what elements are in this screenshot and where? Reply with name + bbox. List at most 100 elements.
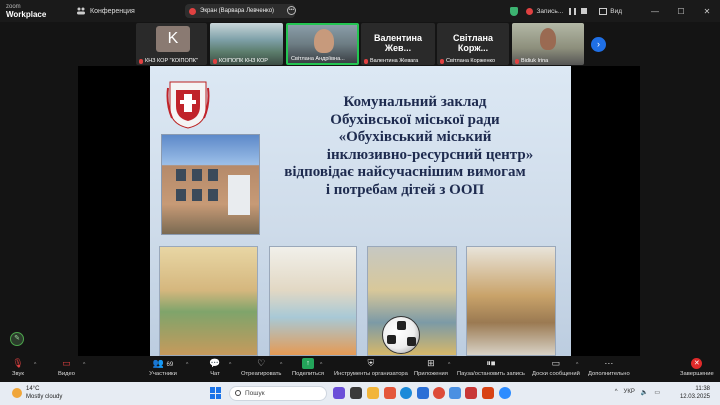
language-indicator[interactable]: УКР — [624, 389, 635, 396]
boards-button[interactable]: ▭ Доски сообщений — [532, 358, 580, 377]
clock-date: 12.03.2025 — [679, 394, 710, 400]
powerpoint-icon[interactable] — [482, 387, 494, 399]
room-photo-4 — [466, 246, 556, 356]
more-options-icon[interactable]: ••• — [287, 6, 296, 15]
apps-chevron-icon[interactable]: ^ — [448, 362, 450, 368]
mic-muted-icon — [139, 58, 143, 64]
participant-name: Світлана Корженко — [440, 58, 495, 64]
windows-start-icon[interactable] — [210, 387, 222, 399]
taskbar-app-icon[interactable] — [465, 387, 477, 399]
battery-icon[interactable]: ▭ — [654, 389, 660, 396]
mic-muted-icon: 🎙 — [12, 358, 24, 368]
participant-tile[interactable]: Bidiuk Irina — [512, 23, 584, 65]
video-button[interactable]: ▭ Видео — [58, 358, 75, 377]
chat-icon: 💬 — [209, 358, 221, 368]
boards-chevron-icon[interactable]: ^ — [576, 362, 578, 368]
participant-tile[interactable]: Валентина Жев... Валентина Жевага — [361, 23, 435, 65]
host-tools-button[interactable]: ⛨ Инструменты организатора — [334, 358, 408, 377]
participant-name-text: Світлана Корженко — [446, 58, 496, 64]
search-placeholder: Пошук — [245, 390, 265, 397]
chat-chevron-icon[interactable]: ^ — [229, 362, 231, 368]
slide-line: «Обухівський міський — [338, 129, 492, 145]
chrome-browser-icon[interactable] — [433, 387, 445, 399]
participant-name-text: Bidiuk Irina — [521, 58, 549, 64]
pause-stop-icon: ⏸⏹ — [486, 358, 496, 368]
shield-icon: ⛨ — [367, 358, 375, 368]
participant-tile[interactable]: КОІПОПК КНЗ КОР — [210, 23, 283, 65]
audio-options-chevron-icon[interactable]: ^ — [34, 362, 36, 368]
participants-button[interactable]: 👥 69 Участники — [148, 358, 178, 377]
participant-name: Світлана Андріївна... — [291, 56, 345, 62]
participant-name-text: КОІПОПК КНЗ КОР — [219, 58, 268, 64]
react-button[interactable]: ♡ Отреагировать — [241, 358, 281, 377]
recording-label: Запись... — [536, 7, 564, 15]
minimize-icon[interactable]: — — [642, 7, 668, 16]
video-options-chevron-icon[interactable]: ^ — [83, 362, 85, 368]
store-icon[interactable] — [417, 387, 429, 399]
participant-tile[interactable]: K КНЗ КОР "КОІПОПК" — [136, 23, 207, 65]
logo-bottom-text: Workplace — [6, 10, 47, 19]
grid-view-icon — [599, 7, 608, 15]
room-photo-2 — [269, 246, 357, 356]
participant-tile-text: Валентина Жев... — [374, 33, 422, 53]
conference-menu[interactable]: Конференция — [76, 6, 135, 16]
annotate-pencil-icon[interactable]: ✎ — [10, 332, 24, 346]
participant-name-text: Світлана Андріївна... — [291, 56, 345, 62]
recording-indicator[interactable]: Запись... — [526, 7, 564, 15]
weather-widget[interactable]: 14°C Mostly cloudy — [12, 385, 62, 401]
audio-button[interactable]: 🎙 Звук — [12, 358, 24, 377]
pause-stop-recording-button[interactable]: ⏸⏹ Пауза/остановить запись — [457, 358, 525, 377]
mic-muted-icon — [364, 58, 368, 64]
taskbar-app-icon[interactable] — [384, 387, 396, 399]
whiteboard-icon: ▭ — [551, 358, 561, 368]
participant-tile-active-speaker[interactable]: Світлана Андріївна... — [286, 23, 359, 65]
volume-icon[interactable]: 🔈 — [641, 389, 648, 396]
slide-line: інклюзивно-ресурсний центр» — [326, 146, 534, 163]
close-icon[interactable]: ✕ — [694, 7, 720, 16]
zoom-taskbar-icon[interactable] — [499, 387, 511, 399]
apps-icon: ⊞ — [427, 358, 435, 368]
end-button[interactable]: ✕ Завершение — [680, 358, 714, 377]
participants-chevron-icon[interactable]: ^ — [186, 362, 188, 368]
react-chevron-icon[interactable]: ^ — [280, 362, 282, 368]
share-status-icon — [189, 7, 196, 15]
end-call-icon: ✕ — [691, 358, 703, 369]
participant-tile[interactable]: Світлана Корж... Світлана Корженко — [437, 23, 509, 65]
apps-label: Приложения — [414, 371, 448, 377]
share-chevron-icon[interactable]: ^ — [320, 362, 322, 368]
file-explorer-icon[interactable] — [367, 387, 379, 399]
taskbar-search-input[interactable]: Пошук — [229, 386, 327, 401]
video-label: Видео — [58, 371, 75, 377]
task-view-icon[interactable] — [350, 387, 362, 399]
next-page-icon[interactable]: › — [591, 37, 606, 52]
slide-line: відповідає найсучаснішим вимогам — [284, 164, 526, 180]
temperature: 14°C — [26, 386, 40, 392]
pause-recording-icon[interactable] — [569, 7, 577, 15]
maximize-icon[interactable]: ☐ — [668, 7, 694, 16]
participant-name: Валентина Жевага — [364, 58, 418, 64]
windows-taskbar: 14°C Mostly cloudy Пошук ^ УКР 🔈 ▭ 11:38… — [0, 382, 720, 405]
taskbar-app-icon[interactable] — [449, 387, 461, 399]
tray-chevron-icon[interactable]: ^ — [615, 389, 618, 396]
stop-recording-icon[interactable] — [581, 8, 588, 14]
city-crest-icon — [166, 81, 210, 129]
mic-muted-icon — [440, 58, 444, 64]
pause-record-label: Пауза/остановить запись — [457, 371, 525, 377]
screen-share-indicator[interactable]: Экран (Варвара Левченко) — [185, 4, 295, 18]
clock-time: 11:38 — [695, 386, 710, 392]
camera-off-icon: ▭ — [62, 358, 71, 368]
building-photo — [161, 134, 260, 235]
view-menu[interactable]: Вид — [599, 7, 622, 15]
chat-button[interactable]: 💬 Чат — [209, 358, 221, 377]
participants-count: 69 — [166, 362, 174, 368]
taskbar-clock[interactable]: 11:38 12.03.2025 — [680, 385, 710, 401]
security-shield-icon[interactable] — [510, 6, 519, 16]
avatar: K — [156, 26, 190, 52]
soccer-ball-image — [382, 316, 420, 354]
apps-button[interactable]: ⊞ Приложения — [414, 358, 448, 377]
share-label: Поделиться — [292, 371, 325, 377]
taskbar-app-icon[interactable] — [333, 387, 345, 399]
edge-browser-icon[interactable] — [400, 387, 412, 399]
speaker-video — [314, 29, 334, 53]
more-button[interactable]: ⋯ Дополнительно — [588, 358, 630, 377]
